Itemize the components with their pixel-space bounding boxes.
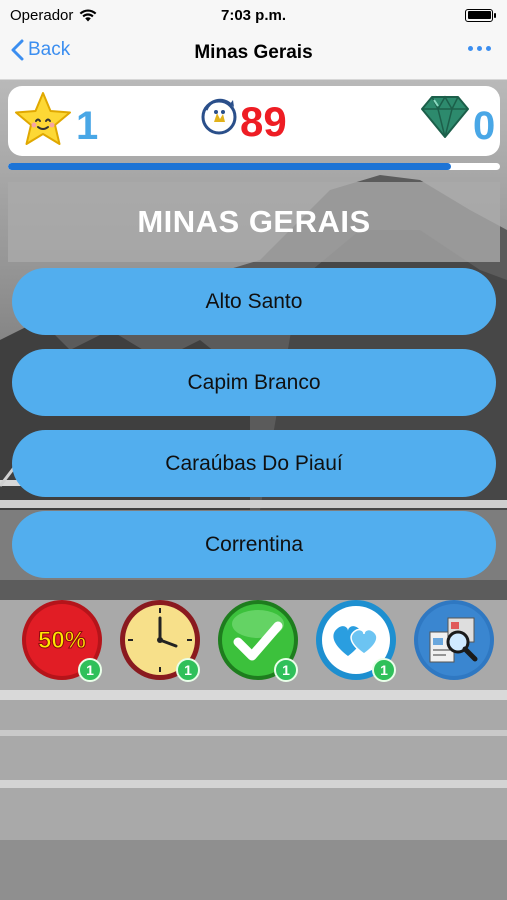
lifeline-fifty-fifty-button[interactable]: 50% 1 [20,598,104,682]
lifeline-research-button[interactable] [412,598,496,682]
more-options-button[interactable] [468,46,491,51]
more-dot [477,46,482,51]
level-progress-fill [8,163,451,170]
answer-button-4[interactable]: Correntina [12,511,496,578]
navigation-bar: Back Minas Gerais [0,30,507,80]
gems-count: 0 [473,104,496,148]
question-title: MINAS GERAIS [137,204,371,239]
page-title: Minas Gerais [194,42,313,63]
answer-list: Alto Santo Capim Branco Caraúbas Do Piau… [12,268,496,592]
answer-button-1[interactable]: Alto Santo [12,268,496,335]
lifeline-time-button[interactable]: 1 [118,598,202,682]
lifeline-count-badge: 1 [372,658,396,682]
more-dot [486,46,491,51]
lifeline-correct-answer-button[interactable]: 1 [216,598,300,682]
battery-icon [465,8,496,22]
search-document-icon [414,600,494,680]
lifeline-count-badge: 1 [274,658,298,682]
coin-icon [201,98,237,135]
carrier-label: Operador [10,6,74,24]
lifeline-count-badge: 1 [176,658,200,682]
lifeline-extra-life-button[interactable]: 1 [314,598,398,682]
more-dot [468,46,473,51]
lifeline-count-badge: 1 [78,658,102,682]
answer-button-2[interactable]: Capim Branco [12,349,496,416]
wifi-icon [79,8,97,21]
stars-count: 1 [76,104,99,148]
answer-button-3[interactable]: Caraúbas Do Piauí [12,430,496,497]
level-progress-bar [8,163,500,170]
score-panel: 1 89 0 [8,86,500,156]
gem-icon [421,95,469,138]
coins-count: 89 [240,98,287,145]
question-banner: MINAS GERAIS [8,182,500,262]
star-icon [15,92,71,145]
status-bar: Operador 7:03 p.m. [0,0,507,30]
fifty-percent-label: 50% [38,627,86,654]
lifeline-bar: 50% 1 1 1 1 [20,598,500,688]
